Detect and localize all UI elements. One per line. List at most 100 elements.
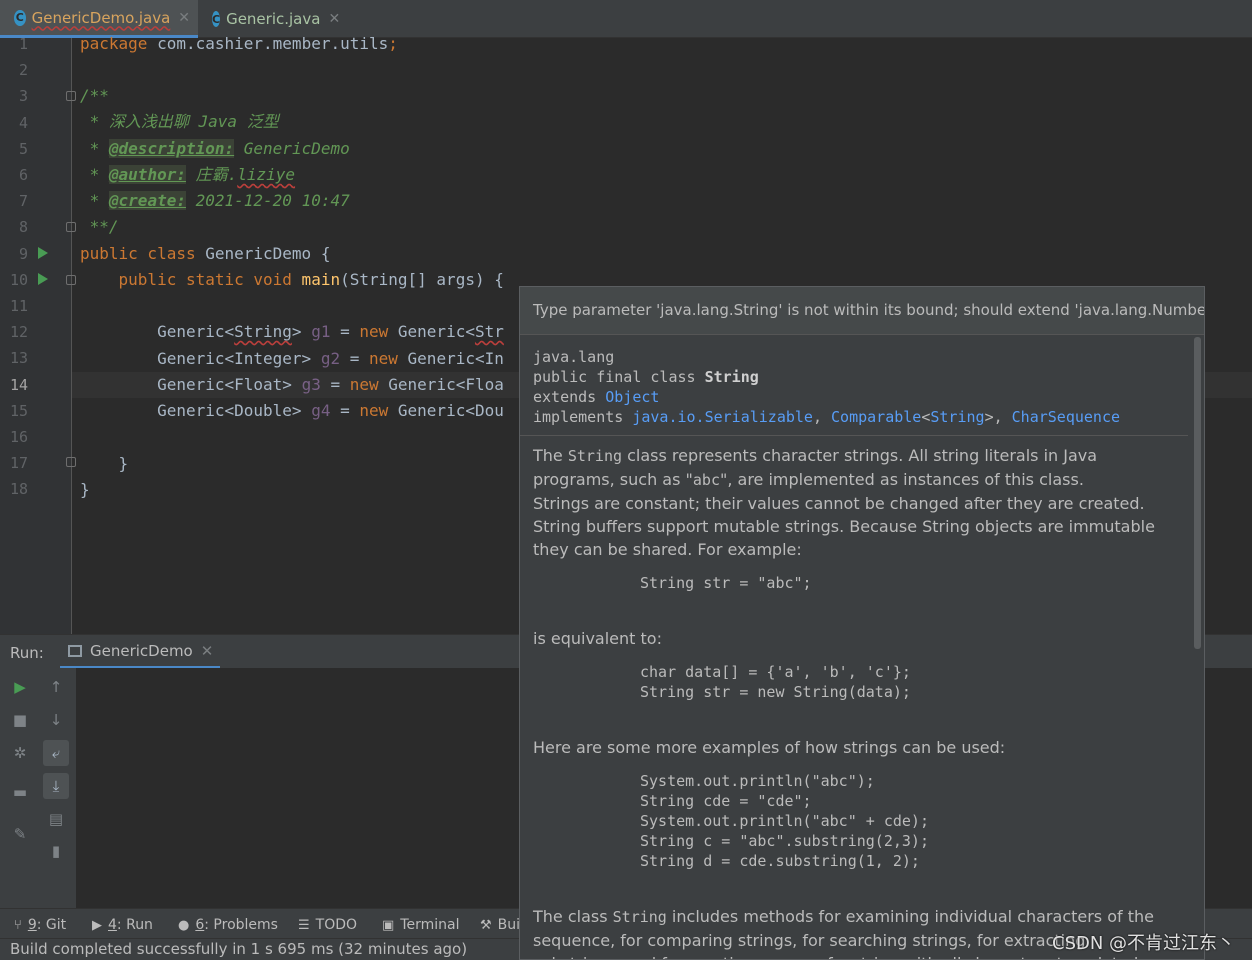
doc-paragraph: The String class represents character st…: [533, 444, 1173, 492]
doc-paragraph: Here are some more examples of how strin…: [533, 738, 1006, 757]
decl-package: java.lang: [533, 348, 615, 366]
terminal-icon: ▣: [382, 917, 395, 933]
toolwindow-num: 6: [195, 917, 205, 933]
run-icon: ▶: [92, 917, 102, 933]
run-toolbar: ▶ ↑ ■ ↓ ✲ ⤶ ▬ ⤓ ✎ ▤ ▮: [0, 668, 76, 908]
decl-extends: extends: [533, 388, 606, 406]
fold-icon[interactable]: [66, 457, 76, 467]
code-line-13: Generic<Integer> g2 = new Generic<In: [80, 349, 504, 368]
toolwindow-problems[interactable]: ● 6: Problems: [178, 917, 278, 933]
toolwindow-todo[interactable]: ☰ TODO: [298, 917, 357, 933]
toolwindow-label: : Git: [36, 917, 67, 933]
line-number: 13: [9, 349, 28, 368]
link-comparable[interactable]: Comparable: [831, 408, 921, 426]
line-number: 3: [18, 87, 28, 106]
doc-text: The: [533, 446, 568, 465]
status-message[interactable]: Build completed successfully in 1 s 695 …: [10, 940, 467, 958]
doc-text: The class: [533, 907, 613, 926]
toolwindow-label: : Problems: [204, 917, 278, 933]
link-serializable[interactable]: java.io.Serializable: [632, 408, 813, 426]
fold-icon[interactable]: [66, 222, 76, 232]
doc-paragraph: Strings are constant; their values canno…: [533, 494, 1155, 559]
line-number: 10: [9, 270, 28, 289]
line-number: 12: [9, 323, 28, 342]
tab-label: GenericDemo.java: [31, 8, 171, 27]
toolwindow-terminal[interactable]: ▣ Terminal: [382, 917, 459, 933]
console-icon: [68, 644, 82, 657]
git-icon: ⑂: [14, 917, 22, 933]
toolwindow-run[interactable]: ▶ 4: Run: [92, 917, 153, 933]
todo-icon: ☰: [298, 917, 310, 933]
toolwindow-build[interactable]: ⚒ Bui: [480, 917, 520, 933]
arrow-down-icon[interactable]: ↓: [43, 707, 69, 733]
link-string[interactable]: String: [930, 408, 984, 426]
popup-scrollbar[interactable]: [1194, 337, 1201, 649]
soft-wrap-icon[interactable]: ⤶: [43, 740, 69, 766]
line-number: 6: [18, 166, 28, 184]
code-line-3: /**: [80, 86, 109, 105]
close-icon[interactable]: ✕: [178, 10, 190, 26]
line-number: 16: [9, 428, 28, 446]
toolwindow-num: 9: [27, 917, 37, 933]
link-object[interactable]: Object: [605, 388, 659, 406]
code-line-12: Generic<String> g1 = new Generic<Str: [80, 322, 504, 341]
code-line-14: Generic<Float> g3 = new Generic<Floa: [80, 375, 504, 394]
code-line-5: * @description: GenericDemo: [80, 139, 350, 158]
rerun-icon[interactable]: ▶: [7, 674, 33, 700]
doc-code-block: String str = "abc";: [640, 574, 812, 592]
line-number: 5: [18, 139, 28, 158]
run-tab-label: GenericDemo: [90, 641, 193, 660]
code-line-8: **/: [80, 217, 119, 236]
java-class-icon: C: [212, 11, 221, 27]
decl-sep: ,: [993, 408, 1012, 426]
close-icon[interactable]: ✕: [201, 642, 214, 660]
code-line-18: }: [80, 480, 90, 499]
line-number: 4: [18, 113, 28, 132]
toolwindow-label: : Run: [116, 917, 153, 933]
decl-sep: >: [984, 408, 994, 426]
run-main-icon[interactable]: [38, 273, 48, 285]
run-class-icon[interactable]: [38, 247, 48, 259]
close-icon[interactable]: ✕: [328, 11, 340, 27]
line-number: 1: [18, 35, 28, 53]
tab-label: Generic.java: [226, 10, 321, 28]
fold-icon[interactable]: [66, 91, 76, 101]
doc-code-block: char data[] = {'a', 'b', 'c'}; String st…: [640, 663, 911, 701]
code-line-9: public class GenericDemo {: [80, 244, 331, 263]
fold-icon[interactable]: [66, 275, 76, 285]
debug-icon[interactable]: ✲: [7, 740, 33, 766]
stop-icon[interactable]: ■: [7, 707, 33, 733]
run-tab-genericdemo[interactable]: GenericDemo ✕: [60, 635, 220, 669]
quick-documentation-popup[interactable]: Type parameter 'java.lang.String' is not…: [519, 286, 1205, 960]
code-line-4: * 深入浅出聊 Java 泛型: [80, 112, 279, 131]
arrow-up-icon[interactable]: ↑: [43, 674, 69, 700]
doc-inline-code: String: [612, 908, 667, 926]
line-number: 14: [9, 375, 28, 394]
popup-declaration: java.lang public final class String exte…: [533, 347, 1120, 427]
code-line-17: }: [80, 454, 129, 473]
line-number: 18: [9, 480, 28, 499]
build-icon: ⚒: [480, 917, 492, 933]
link-charsequence[interactable]: CharSequence: [1012, 408, 1120, 426]
code-line-10: public static void main(String[] args) {: [80, 270, 504, 289]
doc-text: ", are implemented as instances of this …: [719, 470, 1084, 489]
watermark: CSDN @不肯过江东丶: [1052, 933, 1236, 954]
layout-icon[interactable]: ▬: [7, 779, 33, 805]
line-number: 17: [9, 454, 28, 473]
toolwindow-git[interactable]: ⑂ 9: Git: [14, 917, 66, 933]
code-line-7: * @create: 2021-12-20 10:47: [80, 191, 350, 210]
doc-inline-code: String: [567, 447, 623, 465]
code-line-1: package com.cashier.member.utils;: [80, 34, 398, 53]
decl-class-name: String: [704, 368, 759, 386]
print-icon[interactable]: ▤: [43, 806, 69, 832]
pin-icon[interactable]: ✎: [7, 821, 33, 847]
line-number: 8: [18, 218, 28, 237]
toolwindow-label: Terminal: [400, 917, 460, 933]
trash-icon[interactable]: ▮: [43, 838, 69, 864]
line-number: 7: [18, 192, 28, 211]
code-line-15: Generic<Double> g4 = new Generic<Dou: [80, 401, 504, 420]
line-number: 9: [18, 244, 28, 263]
scroll-to-end-icon[interactable]: ⤓: [43, 773, 69, 799]
code-line-6: * @author: 庄霸.liziye: [80, 165, 296, 184]
problems-icon: ●: [178, 917, 190, 933]
